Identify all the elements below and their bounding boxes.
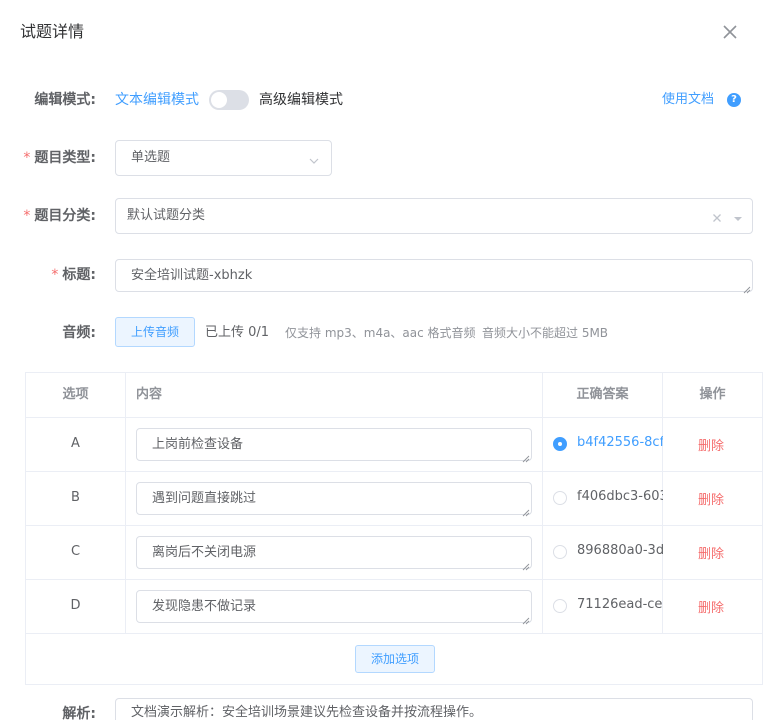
resize-handle-icon[interactable] <box>743 282 751 294</box>
option-letter: B <box>71 490 80 505</box>
help-icon[interactable]: ? <box>727 93 741 107</box>
header-answer: 正确答案 <box>576 387 629 402</box>
title-textarea[interactable]: 安全培训试题-xbhzk <box>115 259 753 294</box>
text-edit-mode-option[interactable]: 文本编辑模式 <box>115 92 199 108</box>
option-content-input[interactable]: 离岗后不关闭电源 <box>136 536 532 571</box>
answer-id: b4f42556-8cf0 <box>577 435 663 450</box>
switch-knob <box>211 92 227 108</box>
required-mark: * <box>23 208 31 224</box>
resize-handle-icon[interactable] <box>522 451 530 463</box>
row-divider <box>26 579 762 580</box>
category-select[interactable]: 默认试题分类 <box>115 198 753 234</box>
resize-handle-icon[interactable] <box>522 505 530 517</box>
option-content-value: 遇到问题直接跳过 <box>152 491 257 506</box>
option-content-value: 发现隐患不做记录 <box>152 599 257 614</box>
edit-mode-switch[interactable] <box>209 90 249 110</box>
edit-mode-label: 编辑模式: <box>34 92 96 108</box>
options-table: 选项 内容 正确答案 操作 A 上岗前检查设备 b4f42556-8cf0 删除… <box>25 372 763 685</box>
option-letter: D <box>70 598 81 613</box>
option-letter: A <box>71 436 80 451</box>
close-icon[interactable] <box>720 22 740 42</box>
analysis-label: 解析: <box>62 706 96 720</box>
dialog-title: 试题详情 <box>20 22 85 41</box>
column-divider <box>125 373 126 633</box>
upload-size-tip: 音频大小不能超过 5MB <box>482 326 609 340</box>
chevron-down-icon <box>309 154 319 164</box>
title-label: * 标题: <box>51 267 96 283</box>
add-option-button[interactable]: 添加选项 <box>355 645 435 673</box>
correct-answer-radio[interactable] <box>553 599 567 613</box>
answer-id: 896880a0-3d8 <box>577 543 663 558</box>
header-option: 选项 <box>62 387 89 402</box>
row-divider <box>26 633 762 634</box>
advanced-edit-mode-option[interactable]: 高级编辑模式 <box>259 92 343 108</box>
row-divider <box>26 471 762 472</box>
usage-docs-link[interactable]: 使用文档 <box>662 92 714 108</box>
correct-answer-radio[interactable] <box>553 437 567 451</box>
option-letter: C <box>70 544 81 559</box>
resize-handle-icon[interactable] <box>522 613 530 625</box>
analysis-textarea[interactable]: 文档演示解析：安全培训场景建议先检查设备并按流程操作。 <box>115 698 753 720</box>
delete-option-button[interactable]: 删除 <box>698 597 724 616</box>
option-content-value: 离岗后不关闭电源 <box>152 545 257 560</box>
analysis-value: 文档演示解析：安全培训场景建议先检查设备并按流程操作。 <box>131 705 483 720</box>
question-type-select[interactable]: 单选题 <box>115 140 332 176</box>
correct-answer-radio[interactable] <box>553 545 567 559</box>
category-label: * 题目分类: <box>23 208 96 224</box>
category-value: 默认试题分类 <box>127 208 206 223</box>
caret-down-icon <box>733 212 743 222</box>
required-mark: * <box>51 267 59 283</box>
answer-id: f406dbc3-603 <box>577 489 663 504</box>
answer-id: 71126ead-cec <box>577 597 663 612</box>
resize-handle-icon[interactable] <box>522 559 530 571</box>
row-divider <box>26 417 762 418</box>
delete-option-button[interactable]: 删除 <box>698 543 724 562</box>
option-content-input[interactable]: 遇到问题直接跳过 <box>136 482 532 517</box>
upload-format-tip: 仅支持 mp3、m4a、aac 格式音频 <box>285 326 476 340</box>
column-divider <box>542 373 543 633</box>
option-content-input[interactable]: 发现隐患不做记录 <box>136 590 532 625</box>
upload-count: 已上传 0/1 <box>205 325 270 340</box>
header-action: 操作 <box>699 387 726 402</box>
header-content: 内容 <box>136 387 163 402</box>
dialog-header: 试题详情 <box>20 20 748 44</box>
option-content-value: 上岗前检查设备 <box>152 437 244 452</box>
audio-label: 音频: <box>62 325 96 341</box>
delete-option-button[interactable]: 删除 <box>698 435 724 454</box>
question-type-value: 单选题 <box>131 150 171 165</box>
title-value: 安全培训试题-xbhzk <box>131 268 253 283</box>
delete-option-button[interactable]: 删除 <box>698 489 724 508</box>
correct-answer-radio[interactable] <box>553 491 567 505</box>
question-type-label: * 题目类型: <box>23 150 96 166</box>
option-content-input[interactable]: 上岗前检查设备 <box>136 428 532 463</box>
required-mark: * <box>23 150 31 166</box>
upload-audio-button[interactable]: 上传音频 <box>115 317 195 347</box>
clear-icon[interactable] <box>712 211 722 222</box>
row-divider <box>26 525 762 526</box>
